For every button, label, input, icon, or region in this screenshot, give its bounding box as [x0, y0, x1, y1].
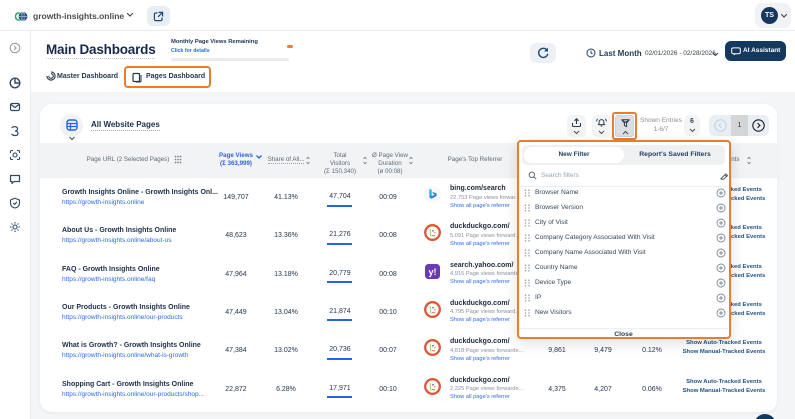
- svg-text:y!: y!: [428, 267, 436, 277]
